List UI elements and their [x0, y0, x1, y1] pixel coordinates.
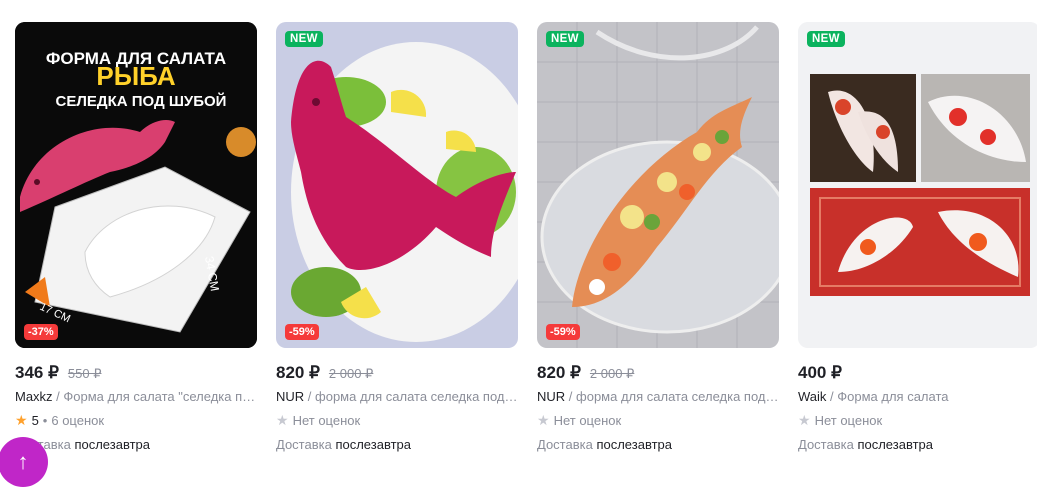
brand-name: Waik — [798, 389, 827, 404]
product-photo-koi-collage — [798, 22, 1037, 348]
image-caption: РЫБА — [96, 61, 175, 91]
rating: ★ Нет оценок — [798, 412, 1037, 429]
rating: ★ 5 • 6 оценок — [15, 412, 257, 429]
rating: ★ Нет оценок — [276, 412, 518, 429]
delivery-date: послезавтра — [335, 437, 411, 452]
product-card[interactable]: NEW -59% 820 ₽ 2 000 ₽ NUR / форма для с… — [276, 22, 518, 452]
delivery-info: Доставка послезавтра — [276, 437, 518, 452]
old-price: 2 000 ₽ — [328, 366, 374, 381]
star-icon: ★ — [15, 412, 28, 428]
product-title[interactable]: Maxkz / Форма для салата "селедка под шу… — [15, 389, 257, 404]
product-card[interactable]: NEW -59% 820 ₽ 2 000 ₽ NUR / форма для с… — [537, 22, 779, 452]
new-badge: NEW — [807, 31, 845, 47]
old-price: 2 000 ₽ — [589, 366, 635, 381]
product-photo-aspic-fish — [537, 22, 779, 348]
delivery-label: Доставка — [276, 437, 332, 452]
delivery-info: Доставка послезавтра — [798, 437, 1037, 452]
rating-dot: • — [42, 413, 48, 428]
product-image[interactable]: NEW -59% — [537, 22, 779, 348]
title-text: Форма для салата — [837, 389, 949, 404]
product-image[interactable]: NEW -59% — [276, 22, 518, 348]
delivery-date: послезавтра — [596, 437, 672, 452]
rating-count: Нет оценок — [814, 413, 883, 428]
star-outline-icon: ★ — [798, 412, 811, 428]
product-photo-salad-mold: ФОРМА ДЛЯ САЛАТА РЫБА СЕЛЕДКА ПОД ШУБОЙ … — [15, 22, 257, 348]
image-caption: СЕЛЕДКА ПОД ШУБОЙ — [56, 92, 227, 110]
title-text: Форма для салата "селедка под шубой" — [63, 389, 257, 404]
price: 820 ₽ — [276, 363, 320, 382]
discount-badge: -59% — [285, 324, 319, 340]
star-outline-icon: ★ — [276, 412, 289, 428]
product-title[interactable]: Waik / Форма для салата — [798, 389, 1037, 404]
product-card[interactable]: ФОРМА ДЛЯ САЛАТА РЫБА СЕЛЕДКА ПОД ШУБОЙ … — [15, 22, 257, 452]
delivery-date: послезавтра — [857, 437, 933, 452]
price: 400 ₽ — [798, 363, 842, 382]
new-badge: NEW — [546, 31, 584, 47]
rating-count: Нет оценок — [292, 413, 361, 428]
price: 820 ₽ — [537, 363, 581, 382]
rating-value: 5 — [31, 413, 39, 428]
scroll-top-button[interactable]: ↑ — [0, 437, 48, 487]
product-grid: ФОРМА ДЛЯ САЛАТА РЫБА СЕЛЕДКА ПОД ШУБОЙ … — [15, 22, 1037, 452]
product-title[interactable]: NUR / форма для салата селедка под шубой — [537, 389, 779, 404]
discount-badge: -37% — [24, 324, 58, 340]
star-outline-icon: ★ — [537, 412, 550, 428]
delivery-info: Доставка послезавтра — [537, 437, 779, 452]
price: 346 ₽ — [15, 363, 59, 382]
brand-name: Maxkz — [15, 389, 53, 404]
rating: ★ Нет оценок — [537, 412, 779, 429]
delivery-date: послезавтра — [74, 437, 150, 452]
product-title[interactable]: NUR / форма для салата селедка под шубой — [276, 389, 518, 404]
delivery-info: Доставка послезавтра — [15, 437, 257, 452]
rating-count: Нет оценок — [553, 413, 622, 428]
new-badge: NEW — [285, 31, 323, 47]
delivery-label: Доставка — [798, 437, 854, 452]
old-price: 550 ₽ — [67, 366, 102, 381]
rating-count: 6 оценок — [51, 413, 105, 428]
arrow-up-icon: ↑ — [17, 449, 29, 474]
discount-badge: -59% — [546, 324, 580, 340]
delivery-label: Доставка — [537, 437, 593, 452]
product-image[interactable]: NEW — [798, 22, 1037, 348]
title-text: форма для салата селедка под шубой — [315, 389, 518, 404]
brand-name: NUR — [276, 389, 305, 404]
brand-name: NUR — [537, 389, 566, 404]
title-text: форма для салата селедка под шубой — [576, 389, 779, 404]
product-card[interactable]: NEW 400 ₽ Waik / Форма для салата ★ Нет … — [798, 22, 1037, 452]
product-image[interactable]: ФОРМА ДЛЯ САЛАТА РЫБА СЕЛЕДКА ПОД ШУБОЙ … — [15, 22, 257, 348]
product-photo-beet-fish — [276, 22, 518, 348]
